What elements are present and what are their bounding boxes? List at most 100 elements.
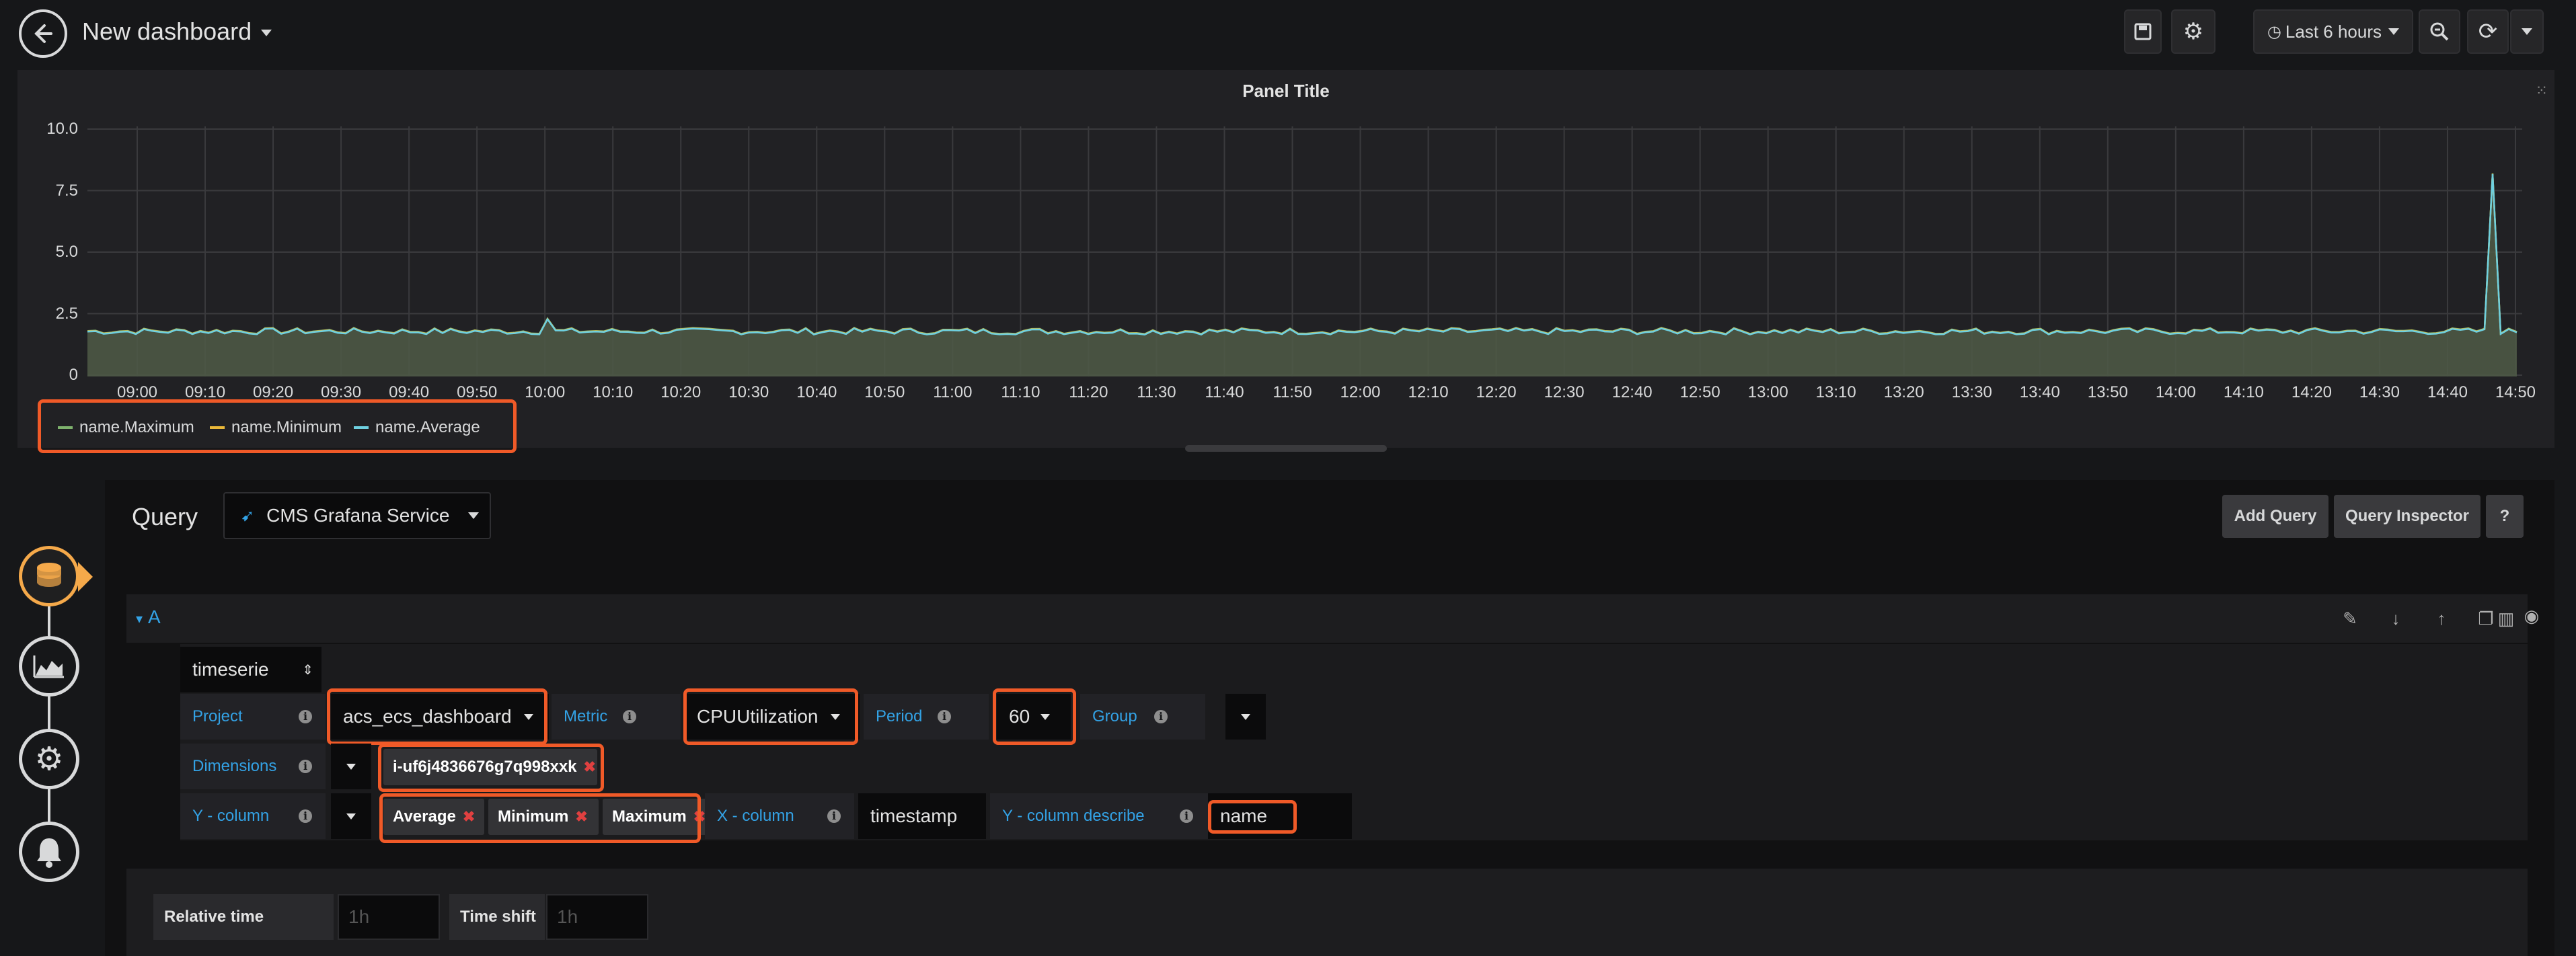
query-type-select[interactable]: timeserie ⇕ [180,647,321,692]
time-shift-label-text: Time shift [460,908,536,926]
rail-connector [48,578,50,854]
legend-label: name.Minimum [231,418,342,436]
loading-spinner-icon: ⁙ [2535,82,2548,99]
alert-tab[interactable] [19,822,79,882]
x-tick-label: 11:30 [1137,383,1176,401]
x-tick-label: 11:00 [933,383,973,401]
query-inspector-button[interactable]: Query Inspector [2334,495,2480,538]
x-tick-label: 11:10 [1001,383,1040,401]
time-range-label: Last 6 hours [2285,21,2382,42]
x-tick-label: 12:50 [1679,383,1720,401]
trash-icon[interactable]: ▥ [2497,609,2515,628]
legend-swatch [354,426,369,429]
datasource-icon: ➹ [241,506,255,525]
datasource-select[interactable]: ➹ CMS Grafana Service [223,492,491,539]
chevron-down-icon [346,763,356,770]
query-row-toggle[interactable]: ▾ A [136,606,161,628]
query-row-header[interactable]: ▾A ✎ ↓ ↑ ❐ ◉ 🗑 [126,594,2539,643]
time-shift-input[interactable]: 1h [546,894,648,940]
ycolumn-describe-label-text: Y - column describe [1002,807,1145,825]
arrow-down-icon[interactable]: ↓ [2386,609,2405,628]
x-tick-label: 12:30 [1544,383,1585,401]
add-query-button[interactable]: Add Query [2222,495,2328,538]
query-type-value: timeserie [192,659,269,680]
x-tick-label: 10:30 [728,383,769,401]
ycolumn-add[interactable] [331,793,371,839]
duplicate-icon[interactable]: ❐ [2476,609,2495,628]
legend-item[interactable]: name.Minimum [210,418,342,437]
dimension-highlight [378,744,604,792]
x-tick-label: 11:50 [1273,383,1312,401]
series-line-name-average [87,173,2517,336]
group-label: Group [1080,694,1205,740]
queries-tab[interactable] [19,546,79,606]
y-tick-label: 7.5 [55,181,78,200]
visualization-tab[interactable] [19,636,79,696]
legend-label: name.Average [375,418,480,436]
chevron-down-icon [346,813,356,820]
relative-time-input[interactable]: 1h [338,894,440,940]
chart-plot-area[interactable] [87,126,2522,376]
legend-item[interactable]: name.Maximum [58,418,194,437]
relative-time-label: Relative time [153,894,334,940]
x-tick-label: 13:00 [1747,383,1788,401]
group-select[interactable] [1225,694,1266,740]
info-icon: i [299,710,312,723]
x-tick-label: 11:40 [1205,383,1244,401]
gear-icon: ⚙ [2183,19,2204,44]
pencil-icon[interactable]: ✎ [2341,609,2359,628]
x-tick-label: 14:50 [2495,383,2536,401]
info-icon: i [1154,710,1168,723]
top-bar: New dashboard ⚙ ◷ Last 6 hours ⟳ [0,0,2576,67]
info-icon: i [1180,809,1193,823]
refresh-icon: ⟳ [2478,19,2498,44]
cogs-icon: ⚙ [34,742,64,777]
x-tick-label: 14:30 [2359,383,2400,401]
database-icon [37,563,61,587]
clock-icon: ◷ [2267,22,2281,41]
y-tick-label: 10.0 [46,120,78,138]
x-tick-label: 14:40 [2427,383,2468,401]
select-arrows-icon: ⇕ [302,662,313,678]
query-editor: Query ➹ CMS Grafana Service Add Query Qu… [105,480,2554,956]
arrow-up-icon[interactable]: ↑ [2432,609,2451,628]
y-tick-label: 5.0 [55,243,78,261]
refresh-interval-dropdown[interactable] [2510,9,2544,54]
general-tab[interactable]: ⚙ [19,729,79,789]
metric-highlight [683,688,858,745]
ycolumn-highlight [379,793,701,843]
x-tick-label: 13:50 [2087,383,2128,401]
chevron-down-icon [2388,28,2400,35]
help-button[interactable]: ? [2486,495,2524,538]
info-icon: i [827,809,841,823]
relative-time-label-text: Relative time [164,908,264,926]
chevron-down-icon [1241,713,1250,720]
save-icon [2134,23,2152,40]
query-row-letter: A [148,606,161,627]
metric-label-text: Metric [564,707,608,725]
x-tick-label: 12:00 [1340,383,1381,401]
info-icon: i [623,710,636,723]
x-tick-label: 10:00 [525,383,566,401]
x-tick-label: 10:20 [660,383,702,401]
eye-icon[interactable]: ◉ [2522,606,2541,625]
settings-button[interactable]: ⚙ [2171,9,2215,54]
dimensions-add[interactable] [331,744,371,789]
legend-swatch [210,426,225,429]
bell-icon [37,838,61,868]
dashboard-title[interactable]: New dashboard [82,17,272,46]
zoom-out-button[interactable] [2419,9,2460,54]
x-tick-label: 12:10 [1408,383,1449,401]
period-label: Period [864,694,989,740]
xcolumn-input[interactable]: timestamp [858,793,986,839]
ycolumn-label-text: Y - column [192,807,270,825]
time-range-picker[interactable]: ◷ Last 6 hours [2253,9,2413,54]
legend-item[interactable]: name.Average [354,418,480,437]
back-arrow-icon[interactable] [19,9,67,58]
refresh-button[interactable]: ⟳ [2467,9,2509,54]
x-tick-label: 14:00 [2155,383,2196,401]
panel-resize-handle[interactable] [1185,445,1387,452]
panel-title[interactable]: Panel Title [17,81,2554,102]
save-button[interactable] [2124,9,2162,54]
y-tick-label: 2.5 [55,304,78,323]
